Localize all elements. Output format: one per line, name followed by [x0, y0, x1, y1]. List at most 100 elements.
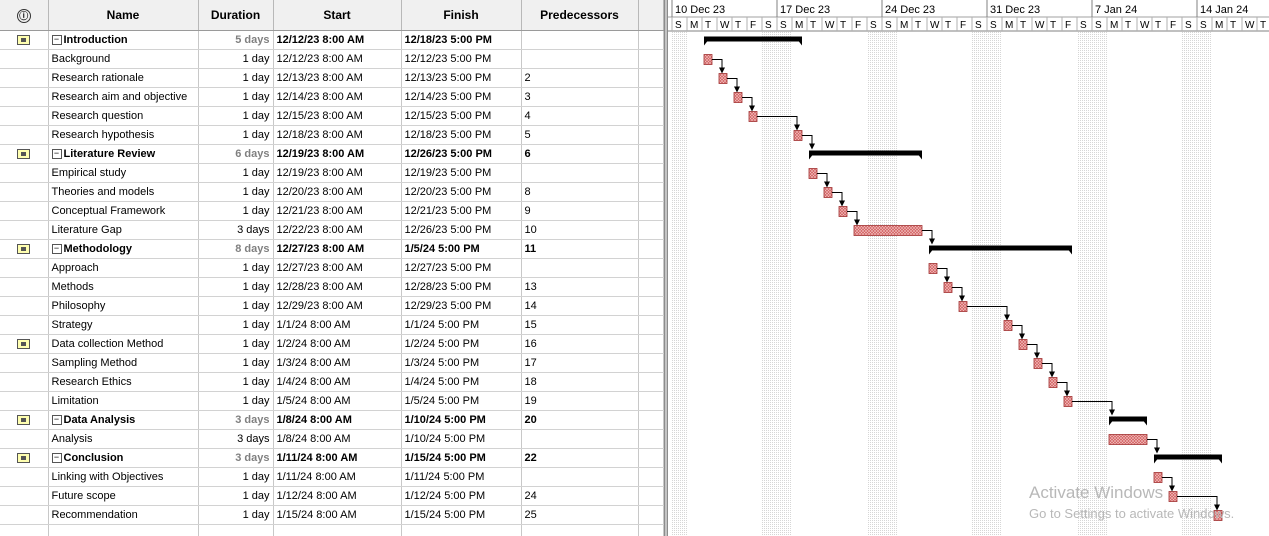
task-name-cell[interactable]: Theories and models — [48, 182, 199, 202]
finish-cell[interactable]: 1/10/24 5:00 PM — [401, 429, 522, 449]
indicator-cell[interactable] — [0, 182, 49, 202]
start-cell[interactable]: 12/28/23 8:00 AM — [273, 277, 402, 297]
task-row[interactable]: Background 1 day 12/12/23 8:00 AM 12/12/23 … — [0, 49, 664, 69]
start-cell[interactable]: 12/21/23 8:00 AM — [273, 201, 402, 221]
start-cell[interactable]: 1/12/24 8:00 AM — [273, 486, 402, 506]
duration-cell[interactable]: 1 day — [198, 486, 274, 506]
finish-cell[interactable]: 12/29/23 5:00 PM — [401, 296, 522, 316]
predecessors-cell[interactable]: 11 — [521, 239, 639, 259]
predecessors-cell[interactable]: 3 — [521, 87, 639, 107]
task-row[interactable]: Strategy 1 day 1/1/24 8:00 AM 1/1/24 5:00 P… — [0, 315, 664, 335]
task-name-cell[interactable]: − Introduction — [48, 30, 199, 50]
duration-cell[interactable]: 6 days — [198, 144, 274, 164]
note-icon[interactable] — [17, 244, 31, 255]
indicator-cell[interactable] — [0, 505, 49, 525]
finish-cell[interactable]: 12/14/23 5:00 PM — [401, 87, 522, 107]
summary-task-row[interactable]: − Literature Review 6 days 12/19/23 8:00 AM… — [0, 144, 664, 164]
task-name-cell[interactable]: Recommendation — [48, 505, 199, 525]
summary-task-row[interactable]: − Conclusion 3 days 1/11/24 8:00 AM 1/15/24 … — [0, 448, 664, 468]
indicator-cell[interactable] — [0, 486, 49, 506]
duration-cell[interactable]: 8 days — [198, 239, 274, 259]
note-icon[interactable] — [17, 149, 31, 160]
empty-row[interactable] — [0, 524, 664, 536]
minus-toggle-icon[interactable]: − — [51, 149, 62, 160]
indicator-cell[interactable] — [0, 467, 49, 487]
task-row[interactable]: Research question 1 day 12/15/23 8:00 AM 12… — [0, 106, 664, 126]
start-cell[interactable]: 1/1/24 8:00 AM — [273, 315, 402, 335]
duration-cell[interactable]: 1 day — [198, 372, 274, 392]
indicator-cell[interactable] — [0, 353, 49, 373]
finish-column-header[interactable]: Finish — [401, 0, 522, 31]
predecessors-cell[interactable]: 13 — [521, 277, 639, 297]
finish-cell[interactable]: 1/2/24 5:00 PM — [401, 334, 522, 354]
indicator-cell[interactable] — [0, 315, 49, 335]
predecessors-cell[interactable]: 19 — [521, 391, 639, 411]
start-cell[interactable]: 1/5/24 8:00 AM — [273, 391, 402, 411]
task-name-cell[interactable]: Approach — [48, 258, 199, 278]
indicator-cell[interactable] — [0, 239, 49, 259]
duration-cell[interactable]: 3 days — [198, 410, 274, 430]
indicator-cell[interactable] — [0, 125, 49, 145]
finish-cell[interactable]: 1/4/24 5:00 PM — [401, 372, 522, 392]
indicator-cell[interactable] — [0, 87, 49, 107]
task-row[interactable]: Research aim and objective 1 day 12/14/23 … — [0, 87, 664, 107]
summary-task-row[interactable]: − Data Analysis 3 days 1/8/24 8:00 AM 1/10/2… — [0, 410, 664, 430]
start-cell[interactable]: 12/27/23 8:00 AM — [273, 239, 402, 259]
duration-cell[interactable]: 1 day — [198, 334, 274, 354]
start-cell[interactable]: 1/8/24 8:00 AM — [273, 429, 402, 449]
indicator-column-header[interactable]: ⓘ — [0, 0, 49, 31]
start-cell[interactable]: 12/19/23 8:00 AM — [273, 144, 402, 164]
task-row[interactable]: Theories and models 1 day 12/20/23 8:00 AM… — [0, 182, 664, 202]
indicator-cell[interactable] — [0, 372, 49, 392]
note-icon[interactable] — [17, 453, 31, 464]
task-name-cell[interactable]: Background — [48, 49, 199, 69]
task-row[interactable]: Literature Gap 3 days 12/22/23 8:00 AM 12/2… — [0, 220, 664, 240]
note-icon[interactable] — [17, 35, 31, 46]
duration-cell[interactable]: 5 days — [198, 30, 274, 50]
task-name-cell[interactable]: Research aim and objective — [48, 87, 199, 107]
task-row[interactable]: Data collection Method 1 day 1/2/24 8:00 A… — [0, 334, 664, 354]
duration-cell[interactable]: 1 day — [198, 163, 274, 183]
start-cell[interactable]: 1/15/24 8:00 AM — [273, 505, 402, 525]
summary-task-row[interactable]: − Methodology 8 days 12/27/23 8:00 AM 1/5/24… — [0, 239, 664, 259]
predecessors-cell[interactable]: 9 — [521, 201, 639, 221]
finish-cell[interactable]: 12/27/23 5:00 PM — [401, 258, 522, 278]
duration-cell[interactable]: 3 days — [198, 448, 274, 468]
task-row[interactable]: Sampling Method 1 day 1/3/24 8:00 AM 1/3/24… — [0, 353, 664, 373]
start-column-header[interactable]: Start — [273, 0, 402, 31]
task-name-cell[interactable]: Future scope — [48, 486, 199, 506]
indicator-cell[interactable] — [0, 391, 49, 411]
minus-toggle-icon[interactable]: − — [51, 244, 62, 255]
indicator-cell[interactable] — [0, 334, 49, 354]
finish-cell[interactable]: 1/12/24 5:00 PM — [401, 486, 522, 506]
predecessors-cell[interactable]: 6 — [521, 144, 639, 164]
finish-cell[interactable]: 12/26/23 5:00 PM — [401, 220, 522, 240]
predecessors-cell[interactable]: 2 — [521, 68, 639, 88]
duration-cell[interactable]: 1 day — [198, 182, 274, 202]
start-cell[interactable]: 1/8/24 8:00 AM — [273, 410, 402, 430]
task-row[interactable]: Research Ethics 1 day 1/4/24 8:00 AM 1/4/24… — [0, 372, 664, 392]
note-icon[interactable] — [17, 415, 31, 426]
start-cell[interactable]: 1/4/24 8:00 AM — [273, 372, 402, 392]
task-row[interactable]: Research rationale 1 day 12/13/23 8:00 AM 1… — [0, 68, 664, 88]
indicator-cell[interactable] — [0, 258, 49, 278]
finish-cell[interactable]: 1/5/24 5:00 PM — [401, 239, 522, 259]
task-name-cell[interactable]: Research rationale — [48, 68, 199, 88]
finish-cell[interactable]: 12/13/23 5:00 PM — [401, 68, 522, 88]
indicator-cell[interactable] — [0, 277, 49, 297]
minus-toggle-icon[interactable]: − — [51, 453, 62, 464]
start-cell[interactable]: 12/20/23 8:00 AM — [273, 182, 402, 202]
task-name-cell[interactable]: Methods — [48, 277, 199, 297]
start-cell[interactable]: 1/11/24 8:00 AM — [273, 467, 402, 487]
duration-cell[interactable]: 1 day — [198, 353, 274, 373]
start-cell[interactable]: 12/15/23 8:00 AM — [273, 106, 402, 126]
duration-cell[interactable]: 3 days — [198, 429, 274, 449]
start-cell[interactable]: 1/2/24 8:00 AM — [273, 334, 402, 354]
finish-cell[interactable]: 1/15/24 5:00 PM — [401, 505, 522, 525]
start-cell[interactable]: 12/12/23 8:00 AM — [273, 49, 402, 69]
task-name-cell[interactable]: − Data Analysis — [48, 410, 199, 430]
predecessors-cell[interactable]: 14 — [521, 296, 639, 316]
finish-cell[interactable]: 12/28/23 5:00 PM — [401, 277, 522, 297]
finish-cell[interactable]: 12/20/23 5:00 PM — [401, 182, 522, 202]
predecessors-cell[interactable]: 25 — [521, 505, 639, 525]
